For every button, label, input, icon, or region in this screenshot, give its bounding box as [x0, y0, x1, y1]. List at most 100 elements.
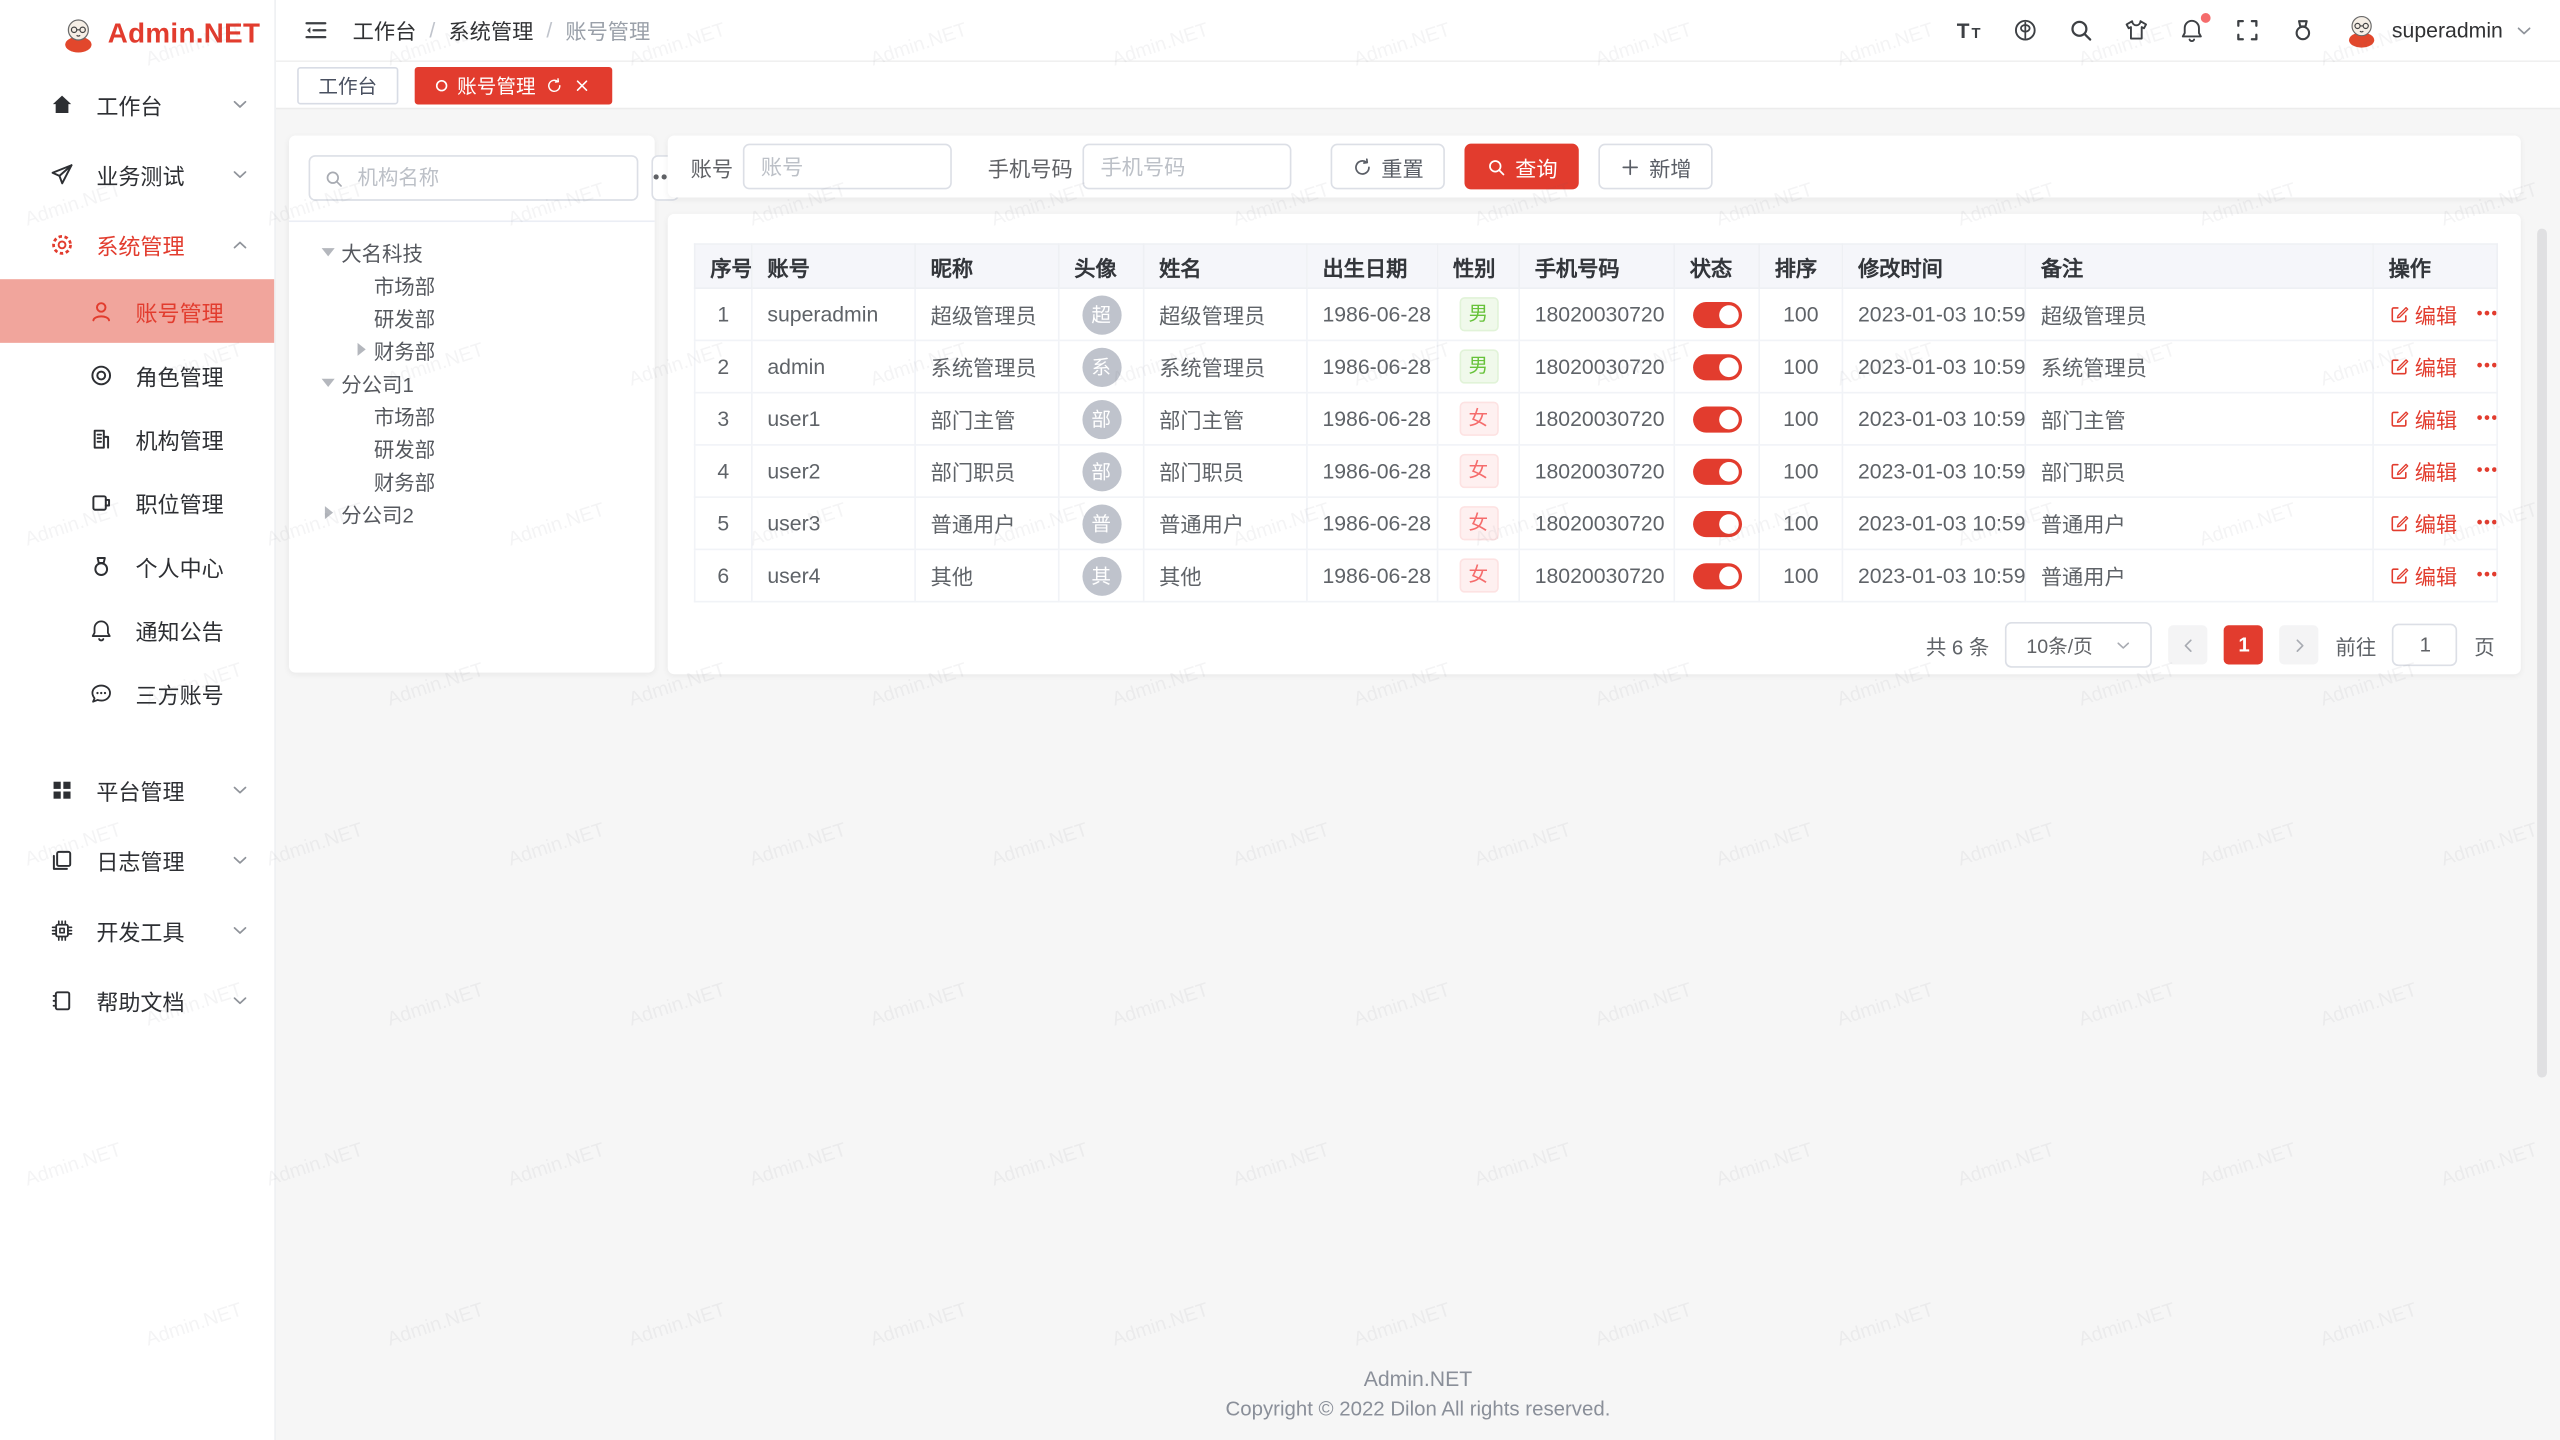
- status-toggle[interactable]: [1692, 302, 1741, 328]
- cell-account: superadmin: [752, 288, 915, 340]
- tree-node[interactable]: 大名科技: [309, 235, 636, 268]
- tree-node[interactable]: 财务部: [309, 333, 636, 366]
- edit-icon[interactable]: [2389, 513, 2410, 534]
- user-menu[interactable]: superadmin: [2343, 11, 2534, 49]
- tab-item[interactable]: 工作台: [297, 66, 398, 104]
- reset-button[interactable]: 重置: [1331, 144, 1445, 190]
- page-size-select[interactable]: 10条/页: [2006, 622, 2153, 668]
- sidebar-item-account-mgmt[interactable]: 账号管理: [0, 279, 274, 343]
- cell-status: [1674, 549, 1759, 601]
- header-icons: TT: [1956, 16, 2317, 44]
- search-icon[interactable]: [2067, 16, 2095, 44]
- tree-node[interactable]: 市场部: [309, 398, 636, 431]
- tree-node[interactable]: 分公司2: [309, 496, 636, 529]
- cell-nickname: 部门职员: [915, 445, 1059, 497]
- account-input[interactable]: [743, 144, 952, 190]
- gender-badge: 女: [1459, 558, 1498, 592]
- footer-copyright: Copyright © 2022 Dilon All rights reserv…: [276, 1398, 2560, 1421]
- more-actions-button[interactable]: •••: [2477, 358, 2497, 376]
- edit-icon[interactable]: [2389, 356, 2410, 377]
- sidebar-item-business-test[interactable]: 业务测试: [0, 139, 274, 209]
- edit-button[interactable]: 编辑: [2415, 299, 2457, 330]
- sidebar-item-platform-mgmt[interactable]: 平台管理: [0, 754, 274, 824]
- breadcrumb-item[interactable]: 工作台: [353, 15, 417, 46]
- sidebar-item-position-mgmt[interactable]: 职位管理: [0, 470, 274, 534]
- status-toggle[interactable]: [1692, 563, 1741, 589]
- search-button[interactable]: 查询: [1465, 144, 1579, 190]
- more-actions-button[interactable]: •••: [2477, 462, 2497, 480]
- more-actions-button[interactable]: •••: [2477, 305, 2497, 323]
- status-toggle[interactable]: [1692, 511, 1741, 537]
- sidebar-item-workbench[interactable]: 工作台: [0, 69, 274, 139]
- menu-collapse-icon[interactable]: [302, 16, 330, 44]
- sidebar-item-help-docs[interactable]: 帮助文档: [0, 965, 274, 1035]
- tree-node[interactable]: 研发部: [309, 431, 636, 464]
- edit-icon[interactable]: [2389, 565, 2410, 586]
- sidebar-item-system-mgmt[interactable]: 系统管理: [0, 209, 274, 279]
- tree-node[interactable]: 市场部: [309, 268, 636, 301]
- breadcrumb-item[interactable]: 系统管理: [448, 15, 533, 46]
- tab-active[interactable]: 账号管理: [415, 66, 613, 104]
- refresh-icon[interactable]: [545, 76, 563, 94]
- caret-down-icon[interactable]: [315, 378, 341, 386]
- sidebar-item-label: 日志管理: [96, 843, 184, 876]
- next-page-button[interactable]: [2280, 625, 2319, 664]
- account-label: 账号: [691, 151, 733, 182]
- sidebar-item-org-mgmt[interactable]: 机构管理: [0, 407, 274, 471]
- fullscreen-icon[interactable]: [2234, 16, 2262, 44]
- language-icon[interactable]: [2012, 16, 2040, 44]
- cell-sort: 100: [1759, 549, 1842, 601]
- edit-icon[interactable]: [2389, 408, 2410, 429]
- cell-phone: 18020030720: [1519, 340, 1674, 392]
- edit-icon[interactable]: [2389, 304, 2410, 325]
- sidebar-item-log-mgmt[interactable]: 日志管理: [0, 824, 274, 894]
- cell-birth-date: 1986-06-28: [1307, 549, 1438, 601]
- close-icon[interactable]: [573, 76, 591, 94]
- avatar: 普: [1082, 504, 1121, 543]
- edit-button[interactable]: 编辑: [2415, 560, 2457, 591]
- font-size-icon[interactable]: TT: [1956, 16, 1984, 44]
- table-row: 6user4其他其其他1986-06-28女180200307201002023…: [695, 549, 2497, 601]
- svg-text:T: T: [1957, 20, 1970, 43]
- profile-icon: [88, 553, 114, 579]
- status-toggle[interactable]: [1692, 458, 1741, 484]
- sidebar-item-notice[interactable]: 通知公告: [0, 598, 274, 662]
- sidebar-item-personal-center[interactable]: 个人中心: [0, 534, 274, 598]
- tree-node[interactable]: 分公司1: [309, 366, 636, 399]
- tree-node-label: 研发部: [374, 301, 435, 332]
- status-toggle[interactable]: [1692, 406, 1741, 432]
- sidebar-item-third-party-account[interactable]: 三方账号: [0, 661, 274, 725]
- edit-button[interactable]: 编辑: [2415, 403, 2457, 434]
- add-button[interactable]: 新增: [1598, 144, 1712, 190]
- sidebar-item-dev-tools[interactable]: 开发工具: [0, 895, 274, 965]
- current-page-button[interactable]: 1: [2224, 625, 2263, 664]
- more-actions-button[interactable]: •••: [2477, 567, 2497, 585]
- prev-page-button[interactable]: [2169, 625, 2208, 664]
- sidebar-item-role-mgmt[interactable]: 角色管理: [0, 343, 274, 407]
- more-actions-button[interactable]: •••: [2477, 410, 2497, 428]
- edit-button[interactable]: 编辑: [2415, 508, 2457, 539]
- tree-node[interactable]: 财务部: [309, 464, 636, 497]
- edit-button[interactable]: 编辑: [2415, 456, 2457, 487]
- tree-node[interactable]: 研发部: [309, 300, 636, 333]
- goto-page-input[interactable]: [2393, 624, 2458, 666]
- org-search-input[interactable]: [354, 165, 623, 191]
- logo[interactable]: Admin.NET: [0, 0, 274, 69]
- edit-button[interactable]: 编辑: [2415, 351, 2457, 382]
- phone-input[interactable]: [1082, 144, 1291, 190]
- scrollbar-thumb[interactable]: [2537, 229, 2547, 1078]
- notification-icon[interactable]: [2178, 16, 2206, 44]
- caret-right-icon[interactable]: [348, 343, 374, 356]
- caret-down-icon[interactable]: [315, 247, 341, 255]
- cell-nickname: 系统管理员: [915, 340, 1059, 392]
- table-row: 4user2部门职员部部门职员1986-06-28女18020030720100…: [695, 445, 2497, 497]
- profile-icon[interactable]: [2289, 16, 2317, 44]
- chevron-up-icon: [230, 234, 250, 254]
- chevron-down-icon: [2514, 20, 2534, 40]
- caret-right-icon[interactable]: [315, 506, 341, 519]
- status-toggle[interactable]: [1692, 354, 1741, 380]
- edit-icon[interactable]: [2389, 460, 2410, 481]
- more-actions-button[interactable]: •••: [2477, 514, 2497, 532]
- theme-icon[interactable]: [2123, 16, 2151, 44]
- username: superadmin: [2392, 18, 2503, 42]
